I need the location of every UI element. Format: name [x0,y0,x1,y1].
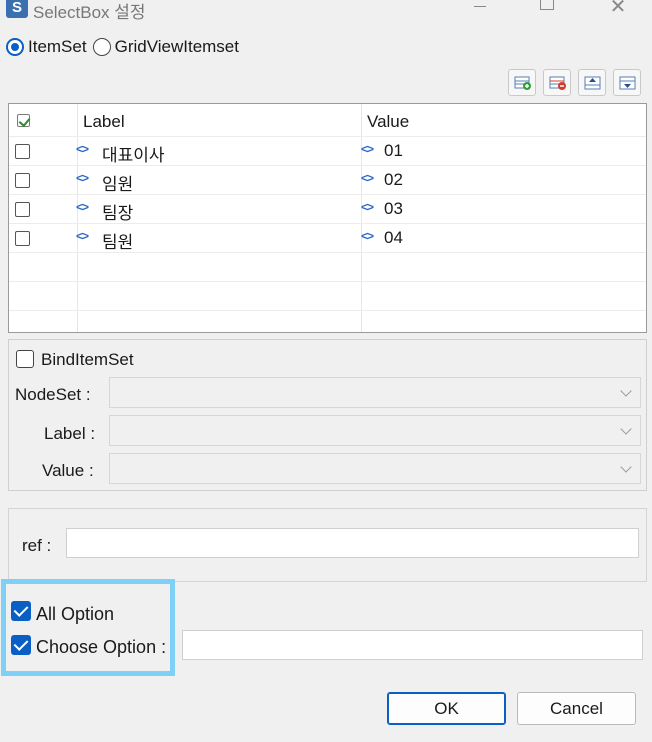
row-label[interactable]: 팀장 [102,199,133,224]
ok-button[interactable]: OK [387,692,506,725]
select-all-checkbox[interactable] [17,114,30,127]
tag-icon: <> [361,142,374,156]
move-up-icon [584,76,601,90]
gridviewitemset-radio-label[interactable]: GridViewItemset [115,37,239,57]
row-value[interactable]: 01 [384,141,403,161]
table-row[interactable]: <> 임원 <> 02 [9,166,646,195]
move-up-button[interactable] [578,69,606,96]
row-label[interactable]: 대표이사 [102,141,165,166]
table-row[interactable]: <> 팀원 <> 04 [9,224,646,253]
value-column-header: Value [367,112,410,131]
ref-input[interactable] [66,528,639,558]
move-down-button[interactable] [613,69,641,96]
delete-row-button[interactable] [543,69,571,96]
tag-icon: <> [361,171,374,185]
maximize-icon[interactable] [534,0,558,18]
options-highlight [1,579,175,676]
itemset-grid: Label Value <> 대표이사 <> 01 <> 임원 <> 02 <>… [8,103,647,333]
row-checkbox[interactable] [15,231,30,246]
move-down-icon [619,76,636,90]
label-select[interactable] [109,415,641,446]
tag-icon: <> [76,200,89,214]
itemset-radio-label[interactable]: ItemSet [28,37,87,57]
itemset-radio[interactable] [6,38,24,56]
ref-label: ref : [22,536,52,555]
tag-icon: <> [76,142,89,156]
all-option-label[interactable]: All Option [36,604,114,625]
row-value[interactable]: 02 [384,170,403,190]
title-bar: S SelectBox 설정 ✕ [0,0,652,22]
row-value[interactable]: 04 [384,228,403,248]
minimize-icon[interactable] [468,0,492,18]
bind-itemset-panel: BindItemSet NodeSet : Label : Value : [8,339,647,491]
row-checkbox[interactable] [15,173,30,188]
value-field-label: Value : [42,461,94,480]
table-row[interactable]: <> 대표이사 <> 01 [9,137,646,166]
all-option-checkbox[interactable] [11,601,31,621]
gridviewitemset-radio[interactable] [92,38,111,56]
tag-icon: <> [76,171,89,185]
close-icon[interactable]: ✕ [606,0,630,18]
nodeset-label: NodeSet : [15,385,91,404]
row-label[interactable]: 임원 [102,170,133,195]
grid-header-row: Label Value [9,108,646,137]
nodeset-select[interactable] [109,377,641,408]
empty-row [9,253,646,282]
window-title: SelectBox 설정 [33,3,146,22]
tag-icon: <> [361,200,374,214]
choose-option-input[interactable] [182,630,643,660]
add-row-button[interactable] [508,69,536,96]
tag-icon: <> [76,229,89,243]
row-checkbox[interactable] [15,202,30,217]
value-select[interactable] [109,453,641,484]
row-label[interactable]: 팀원 [102,228,133,253]
delete-row-icon [549,76,566,90]
row-value[interactable]: 03 [384,199,403,219]
bind-itemset-label[interactable]: BindItemSet [41,350,134,370]
bind-itemset-checkbox[interactable] [16,350,34,368]
empty-row [9,282,646,311]
ref-panel: ref : [8,508,647,582]
row-checkbox[interactable] [15,144,30,159]
app-logo-icon: S [6,0,28,18]
choose-option-checkbox[interactable] [11,635,31,655]
cancel-button[interactable]: Cancel [517,692,636,725]
choose-option-label[interactable]: Choose Option : [36,637,166,658]
tag-icon: <> [361,229,374,243]
mode-radio-group: ItemSet GridViewItemset [6,36,245,58]
table-row[interactable]: <> 팀장 <> 03 [9,195,646,224]
add-row-icon [514,76,531,90]
label-column-header: Label [83,112,125,131]
label-field-label: Label : [44,424,96,443]
